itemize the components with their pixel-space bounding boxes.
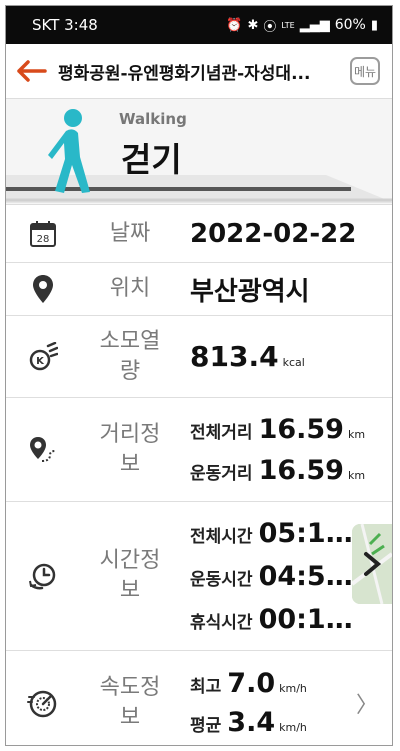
distance-label: 거리정보 — [99, 421, 161, 477]
clock-icon — [6, 561, 80, 591]
signal-icon: ▂▄▆ — [299, 17, 330, 33]
date-value: 2022-02-22 — [190, 218, 357, 249]
map-thumbnail-icon — [352, 524, 392, 604]
date-row: 28 날짜 2022-02-22 — [6, 205, 392, 263]
calorie-icon: K — [6, 341, 80, 372]
max-speed-value: 7.0 — [227, 668, 276, 699]
app-frame: SKT 3:48 ⏰ ✱ ⦿ LTE ▂▄▆ 60% ▮ 평화공원-유엔평화기념… — [5, 5, 393, 746]
total-distance-unit: km — [347, 427, 366, 441]
max-speed-label: 최고 — [190, 677, 222, 697]
total-time-label: 전체시간 — [190, 526, 253, 547]
lte-icon: LTE — [281, 20, 295, 30]
svg-text:K: K — [36, 356, 45, 367]
rest-time-value: 00:19... — [258, 603, 354, 635]
time-label: 시간정보 — [99, 548, 161, 603]
location-label: 위치 — [109, 276, 151, 301]
carrier-time: SKT 3:48 — [32, 16, 98, 34]
svg-text:28: 28 — [37, 234, 50, 245]
date-label: 날짜 — [109, 220, 151, 246]
total-distance-line: 전체거리 16.59 km — [190, 414, 392, 445]
alarm-icon: ⏰ — [226, 17, 243, 33]
status-bar: SKT 3:48 ⏰ ✱ ⦿ LTE ▂▄▆ 60% ▮ — [6, 6, 392, 44]
total-time-value: 05:11... — [258, 517, 354, 549]
total-distance-label: 전체거리 — [190, 422, 253, 443]
status-icons: ⏰ ✱ ⦿ LTE ▂▄▆ 60% ▮ — [226, 16, 378, 35]
back-arrow-icon — [17, 60, 47, 82]
moving-distance-line: 운동거리 16.59 km — [190, 455, 392, 486]
rest-time-label: 휴식시간 — [190, 612, 253, 633]
location-pin-icon — [6, 274, 80, 304]
activity-subtitle: Walking — [119, 110, 187, 128]
calories-unit: kcal — [282, 356, 305, 369]
total-distance-value: 16.59 — [258, 413, 344, 445]
rest-time-line: 휴식시간 00:19... — [190, 604, 392, 635]
bluetooth-icon: ✱ — [247, 17, 259, 33]
avg-speed-unit: km/h — [279, 721, 307, 734]
calories-value: 813.4 — [190, 340, 279, 373]
distance-row: 거리정보 전체거리 16.59 km 운동거리 16.59 km — [6, 398, 392, 502]
title-bar: 평화공원-유엔평화기념관-자성대... 메뉴 — [6, 44, 392, 99]
calories-label: 소모열량 — [99, 328, 161, 384]
location-row: 위치 부산광역시 — [6, 263, 392, 316]
menu-button[interactable]: 메뉴 — [350, 57, 380, 85]
distance-route-icon — [6, 435, 80, 465]
location-icon: ⦿ — [263, 19, 277, 35]
map-preview-button[interactable] — [352, 524, 392, 604]
moving-distance-unit: km — [347, 468, 366, 482]
activity-title: 걷기 — [121, 140, 182, 179]
chevron-right-icon[interactable]: 〉 — [356, 687, 378, 719]
calories-row: K 소모열량 813.4 kcal — [6, 316, 392, 398]
calendar-icon: 28 — [6, 220, 80, 248]
walking-person-icon — [48, 109, 90, 193]
speed-row[interactable]: 속도정보 최고 7.0 km/h 평균 3.4 km/h 〉 — [6, 651, 392, 745]
time-row: 시간정보 전체시간 05:11... 운동시간 04:51... 휴식시간 00… — [6, 502, 392, 651]
moving-distance-label: 운동거리 — [190, 463, 253, 484]
back-button[interactable] — [6, 60, 58, 82]
moving-time-value: 04:51... — [258, 560, 354, 592]
page-title: 평화공원-유엔평화기념관-자성대... — [58, 63, 311, 84]
battery-icon: ▮ — [370, 17, 378, 33]
moving-distance-value: 16.59 — [258, 454, 344, 486]
avg-speed-label: 평균 — [190, 716, 222, 736]
moving-time-label: 운동시간 — [190, 569, 253, 590]
speedometer-icon — [6, 687, 80, 719]
avg-speed-value: 3.4 — [227, 707, 276, 738]
activity-hero: Walking 걷기 — [6, 99, 392, 205]
speed-label: 속도정보 — [99, 675, 161, 730]
battery-text: 60% — [334, 17, 366, 33]
max-speed-unit: km/h — [279, 682, 307, 695]
location-value: 부산광역시 — [190, 276, 310, 307]
